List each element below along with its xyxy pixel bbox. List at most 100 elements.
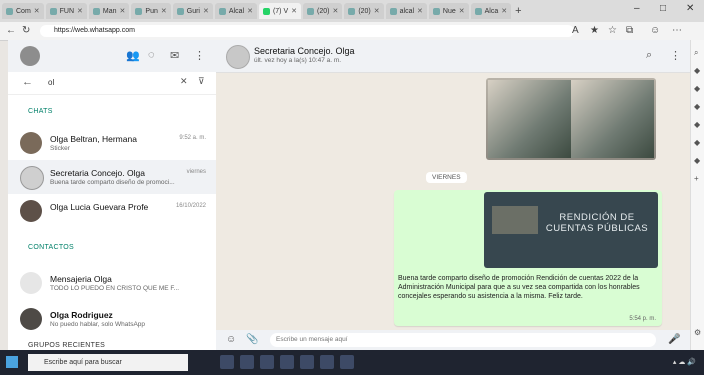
close-icon[interactable]: ✕ — [77, 7, 83, 15]
close-icon[interactable]: ✕ — [34, 7, 40, 15]
store-icon[interactable] — [280, 355, 294, 369]
browser-tab[interactable]: Com ✕ — [2, 3, 44, 19]
close-icon[interactable]: ✕ — [247, 7, 253, 15]
close-icon[interactable]: ✕ — [291, 7, 297, 15]
browser-tab[interactable]: alcal ✕ — [385, 3, 427, 19]
filter-icon[interactable]: ⊽ — [198, 76, 205, 87]
browser-tab[interactable]: FUN ✕ — [45, 3, 87, 19]
tab-favicon-icon — [6, 7, 13, 15]
collections-icon[interactable]: ⧉ — [626, 25, 633, 36]
close-icon[interactable]: ✕ — [203, 7, 209, 15]
close-icon[interactable]: ✕ — [120, 7, 126, 15]
browser-tab[interactable]: (20) ✕ — [302, 3, 343, 19]
conversation-panel: Secretaria Concejo. Olga últ. vez hoy a … — [216, 40, 690, 350]
browser-tab[interactable]: (20) ✕ — [344, 3, 384, 19]
add-icon[interactable]: + — [694, 174, 699, 183]
close-icon[interactable]: ✕ — [332, 7, 338, 15]
tab-favicon-icon — [49, 7, 57, 15]
menu-icon[interactable]: ⋮ — [194, 49, 205, 62]
read-aloud-icon[interactable]: A — [572, 25, 579, 36]
new-tab-button[interactable]: + — [515, 5, 521, 17]
photo-thumbnail[interactable] — [488, 80, 571, 158]
close-icon[interactable]: ✕ — [417, 7, 423, 15]
search-bar[interactable]: ← ol ✕ ⊽ — [8, 72, 216, 95]
browser-tab[interactable]: Man ✕ — [88, 3, 130, 19]
browser-tab[interactable]: Pun ✕ — [131, 3, 171, 19]
photo-thumbnail[interactable] — [571, 80, 654, 158]
conversation-header[interactable]: Secretaria Concejo. Olga últ. vez hoy a … — [216, 40, 690, 73]
tab-favicon-icon — [218, 7, 226, 15]
taskbar-search-input[interactable]: Escribe aquí para buscar — [28, 354, 188, 371]
message-input[interactable]: Escribe un mensaje aquí — [270, 333, 656, 347]
settings-more-icon[interactable]: ⋯ — [672, 25, 682, 36]
app-icon[interactable] — [320, 355, 334, 369]
back-icon[interactable]: ← — [6, 25, 16, 36]
browser-sidebar: ⌕ ◆ ◆ ◆ ◆ ◆ ◆ + ⚙ — [690, 40, 704, 350]
tab-favicon-icon — [432, 7, 440, 15]
section-recent-groups: GRUPOS RECIENTES — [28, 342, 106, 349]
sidebar-settings-icon[interactable]: ⚙ — [694, 328, 701, 337]
image-attachment[interactable]: RENDICIÓN DE CUENTAS PÚBLICAS — [484, 192, 658, 268]
tab-favicon-icon — [135, 7, 143, 15]
browser-tab[interactable]: Alcal ✕ — [214, 3, 257, 19]
status-icon[interactable]: ◌ — [148, 49, 155, 61]
close-icon[interactable]: ✕ — [374, 7, 380, 15]
minimize-icon[interactable]: – — [634, 3, 640, 14]
outlook-icon[interactable]: ◆ — [694, 138, 700, 147]
search-icon[interactable]: ⌕ — [646, 49, 652, 62]
system-tray[interactable]: ▴ ☁ 🔊 — [673, 358, 696, 366]
browser-tab[interactable]: Alca ✕ — [470, 3, 512, 19]
drop-icon[interactable]: ◆ — [694, 156, 700, 165]
message-text: Buena tarde comparto diseño de promoción… — [398, 275, 640, 300]
reload-icon[interactable]: ↻ — [22, 25, 30, 36]
communities-icon[interactable]: 👥 — [126, 49, 140, 62]
search-input[interactable]: ol — [48, 78, 54, 87]
office-icon[interactable]: ◆ — [694, 120, 700, 129]
list-item[interactable]: Olga Lucia Guevara Profe 16/10/2022 — [8, 194, 216, 228]
profile-icon[interactable]: ☺ — [650, 25, 660, 36]
avatar[interactable] — [20, 46, 40, 66]
close-icon[interactable]: ✕ — [501, 7, 507, 15]
edge-icon[interactable] — [240, 355, 254, 369]
message-bubble[interactable]: RENDICIÓN DE CUENTAS PÚBLICAS Buena tard… — [394, 190, 662, 326]
avatar[interactable] — [226, 45, 250, 69]
favorites-icon[interactable]: ☆ — [608, 25, 617, 36]
tools-icon[interactable]: ◆ — [694, 84, 700, 93]
image-message[interactable] — [486, 78, 656, 160]
task-view-icon[interactable] — [220, 355, 234, 369]
tab-favicon-icon — [348, 7, 356, 15]
whatsapp-favicon-icon — [262, 7, 270, 15]
list-item[interactable]: Olga Beltran, Hermana Sticker 9:52 a. m. — [8, 126, 216, 160]
clear-search-icon[interactable]: ✕ — [180, 76, 188, 87]
browser-tab[interactable]: Guri ✕ — [172, 3, 213, 19]
tab-favicon-icon — [306, 7, 314, 15]
maximize-icon[interactable]: □ — [660, 3, 666, 14]
message-time: 5:54 p. m. — [629, 316, 656, 322]
browser-tab-active[interactable]: (7) V ✕ — [258, 3, 301, 19]
browser-tab[interactable]: Nue ✕ — [428, 3, 469, 19]
mail-icon[interactable] — [300, 355, 314, 369]
list-item[interactable]: Mensajeria Olga TODO LO PUEDO EN CRISTO … — [8, 266, 216, 300]
list-item[interactable]: Olga Rodriguez No puedo hablar, solo Wha… — [8, 302, 216, 336]
back-arrow-icon[interactable]: ← — [22, 76, 33, 88]
shopping-icon[interactable]: ◆ — [694, 66, 700, 75]
new-chat-icon[interactable]: ✉ — [170, 49, 179, 62]
file-explorer-icon[interactable] — [260, 355, 274, 369]
games-icon[interactable]: ◆ — [694, 102, 700, 111]
microphone-icon[interactable]: 🎤 — [668, 334, 680, 345]
emoji-icon[interactable]: ☺ — [226, 334, 236, 345]
menu-icon[interactable]: ⋮ — [670, 49, 681, 62]
close-window-icon[interactable]: ✕ — [686, 3, 694, 14]
chat-list-panel: 👥 ◌ ✉ ⋮ ← ol ✕ ⊽ CHATS Olga Beltran, Her… — [8, 40, 217, 350]
list-item[interactable]: Secretaria Concejo. Olga Buena tarde com… — [8, 160, 216, 194]
browser-tab-bar: Com ✕ FUN ✕ Man ✕ Pun ✕ Guri ✕ Alcal ✕ (7) V ✕ … — [0, 0, 704, 23]
attach-icon[interactable]: 📎 — [246, 334, 258, 345]
favorites-star-icon[interactable]: ★ — [590, 25, 599, 36]
search-icon[interactable]: ⌕ — [694, 48, 698, 58]
url-field[interactable]: https://web.whatsapp.com — [40, 25, 574, 37]
app-icon[interactable] — [340, 355, 354, 369]
windows-start-icon[interactable] — [6, 356, 18, 368]
close-icon[interactable]: ✕ — [161, 7, 167, 15]
close-icon[interactable]: ✕ — [459, 7, 465, 15]
contact-name: Secretaria Concejo. Olga — [254, 46, 355, 56]
